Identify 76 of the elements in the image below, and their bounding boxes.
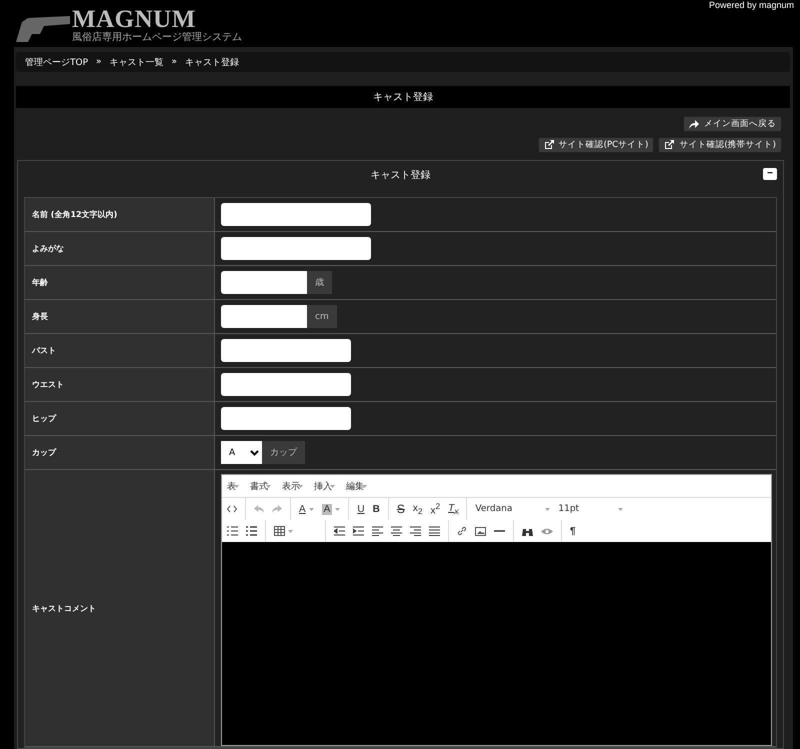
superscript-button[interactable]: x$^{2}$ [430, 501, 440, 517]
editor-menu-item[interactable]: 表示 [282, 480, 303, 492]
eye-icon[interactable] [541, 528, 553, 534]
field-label: ヒップ [25, 402, 215, 435]
text-input[interactable] [221, 339, 351, 362]
underline-button[interactable]: U [357, 504, 365, 514]
align-left-icon[interactable] [372, 526, 383, 536]
image-icon[interactable] [475, 526, 486, 536]
dropdown-caret-icon [330, 484, 335, 488]
page-title: キャスト登録 [373, 91, 433, 104]
background-color-button[interactable]: A [322, 504, 332, 514]
editor-menu-item[interactable]: 挿入 [314, 480, 335, 492]
dropdown-caret-icon [545, 508, 550, 510]
share-arrow-icon [689, 120, 699, 128]
text-color-button[interactable]: A [299, 504, 306, 514]
link-icon[interactable] [457, 526, 467, 536]
chevron-down-icon [250, 450, 259, 456]
cup-select[interactable]: A [221, 441, 262, 464]
field-label: 名前 (全角12文字以内) [25, 198, 215, 231]
font-size-dropdown[interactable]: 11pt [558, 504, 624, 514]
outdent-icon[interactable] [334, 526, 345, 536]
table-icon[interactable] [274, 526, 285, 536]
binoculars-icon[interactable] [522, 526, 533, 536]
breadcrumb-link[interactable]: キャスト登録 [185, 56, 240, 68]
field-label: キャストコメント [25, 470, 215, 746]
site-check-button[interactable]: サイト確認(携帯サイト) [658, 137, 782, 153]
external-link-icon [544, 140, 554, 150]
unit-addon: カップ [262, 441, 305, 464]
justify-icon[interactable] [429, 526, 440, 536]
logo-subtitle: 風俗店専用ホームページ管理システム [72, 32, 242, 44]
field-label: 年齢 [25, 266, 215, 299]
font-family-dropdown[interactable]: Verdana [475, 504, 550, 514]
text-input[interactable] [221, 203, 371, 226]
text-input[interactable] [221, 305, 307, 328]
dropdown-caret-icon [298, 484, 303, 488]
editor-menu-item[interactable]: 書式 [250, 480, 271, 492]
site-check-button[interactable]: サイト確認(PCサイト) [538, 137, 654, 153]
field-label: ウエスト [25, 368, 215, 401]
breadcrumb-separator: » [96, 57, 102, 67]
collapse-button[interactable]: − [763, 168, 777, 180]
bold-button[interactable]: B [372, 504, 380, 514]
field-label: バスト [25, 334, 215, 367]
text-input[interactable] [221, 237, 371, 260]
editor-menu-item[interactable]: 表 [227, 480, 239, 492]
text-input[interactable] [221, 373, 351, 396]
field-label: カップ [25, 436, 215, 469]
breadcrumb-link[interactable]: 管理ページTOP [25, 56, 88, 68]
dropdown-caret-icon [234, 484, 239, 488]
show-blocks-button[interactable]: ¶ [570, 526, 576, 536]
align-right-icon[interactable] [410, 526, 421, 536]
dropdown-caret-icon [362, 484, 367, 488]
field-label: 身長 [25, 300, 215, 333]
unit-addon: cm [307, 305, 337, 328]
clear-formatting-button[interactable]: T$_{x}$ [448, 502, 458, 516]
align-center-icon[interactable] [391, 526, 402, 536]
text-input[interactable] [221, 271, 307, 294]
numbered-list-icon[interactable] [227, 526, 238, 536]
text-input[interactable] [221, 407, 351, 430]
subscript-button[interactable]: x$_{2}$ [412, 502, 422, 516]
indent-icon[interactable] [353, 526, 364, 536]
logo-title: MAGNUM [72, 8, 196, 32]
unit-addon: 歳 [307, 271, 332, 294]
dropdown-caret-icon [618, 508, 624, 510]
field-label: よみがな [25, 232, 215, 265]
powered-by-text: Powered by magnum [708, 0, 794, 10]
bullet-list-icon[interactable] [246, 526, 257, 536]
breadcrumb-link[interactable]: キャスト一覧 [110, 56, 164, 68]
code-icon[interactable] [227, 505, 237, 513]
panel-title: キャスト登録 [370, 169, 430, 182]
breadcrumb-separator: » [172, 57, 178, 67]
external-link-icon [664, 140, 674, 150]
dropdown-caret-icon [266, 484, 271, 488]
strikethrough-button[interactable]: S [396, 502, 405, 516]
horizontal-line-icon[interactable] [494, 530, 505, 532]
editor-menu-item[interactable]: 編集 [346, 480, 367, 492]
back-button[interactable]: メイン画面へ戻る [683, 116, 782, 132]
